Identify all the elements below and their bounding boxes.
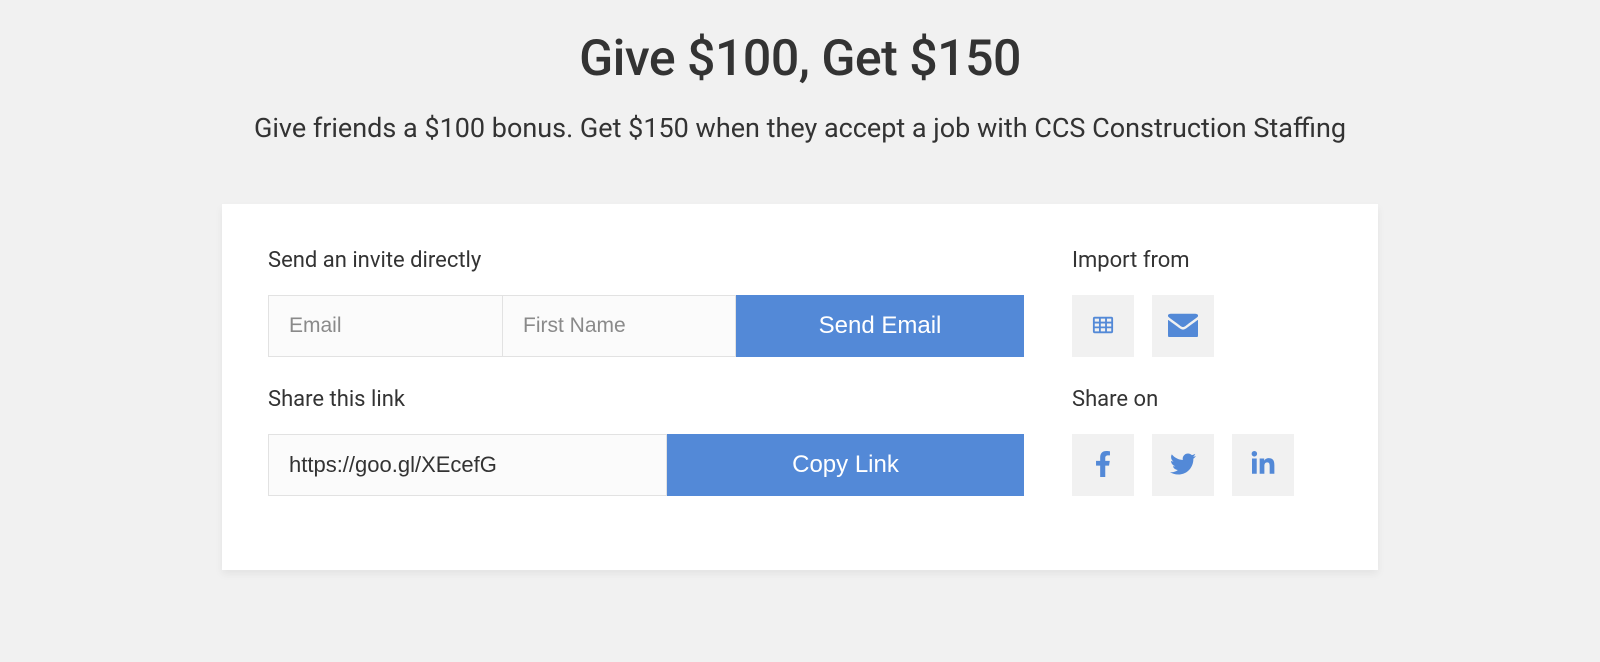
referral-card: Send an invite directly Send Email Share… [222, 204, 1378, 570]
share-facebook-button[interactable] [1072, 434, 1134, 496]
import-contacts-button[interactable] [1072, 295, 1134, 357]
share-on-section-label: Share on [1072, 387, 1332, 412]
share-link-section-label: Share this link [268, 387, 1024, 412]
share-twitter-button[interactable] [1152, 434, 1214, 496]
twitter-icon [1170, 451, 1196, 480]
email-input[interactable] [268, 295, 502, 357]
linkedin-icon [1250, 451, 1276, 480]
send-email-button[interactable]: Send Email [736, 295, 1024, 357]
facebook-icon [1090, 451, 1116, 480]
envelope-icon [1168, 313, 1198, 340]
import-section-label: Import from [1072, 248, 1332, 273]
share-linkedin-button[interactable] [1232, 434, 1294, 496]
share-link-input[interactable] [268, 434, 667, 496]
grid-icon [1092, 314, 1114, 339]
page-title: Give $100, Get $150 [0, 30, 1600, 88]
page-subtitle: Give friends a $100 bonus. Get $150 when… [0, 112, 1600, 144]
invite-section-label: Send an invite directly [268, 248, 1024, 273]
import-email-button[interactable] [1152, 295, 1214, 357]
firstname-input[interactable] [502, 295, 736, 357]
copy-link-button[interactable]: Copy Link [667, 434, 1024, 496]
